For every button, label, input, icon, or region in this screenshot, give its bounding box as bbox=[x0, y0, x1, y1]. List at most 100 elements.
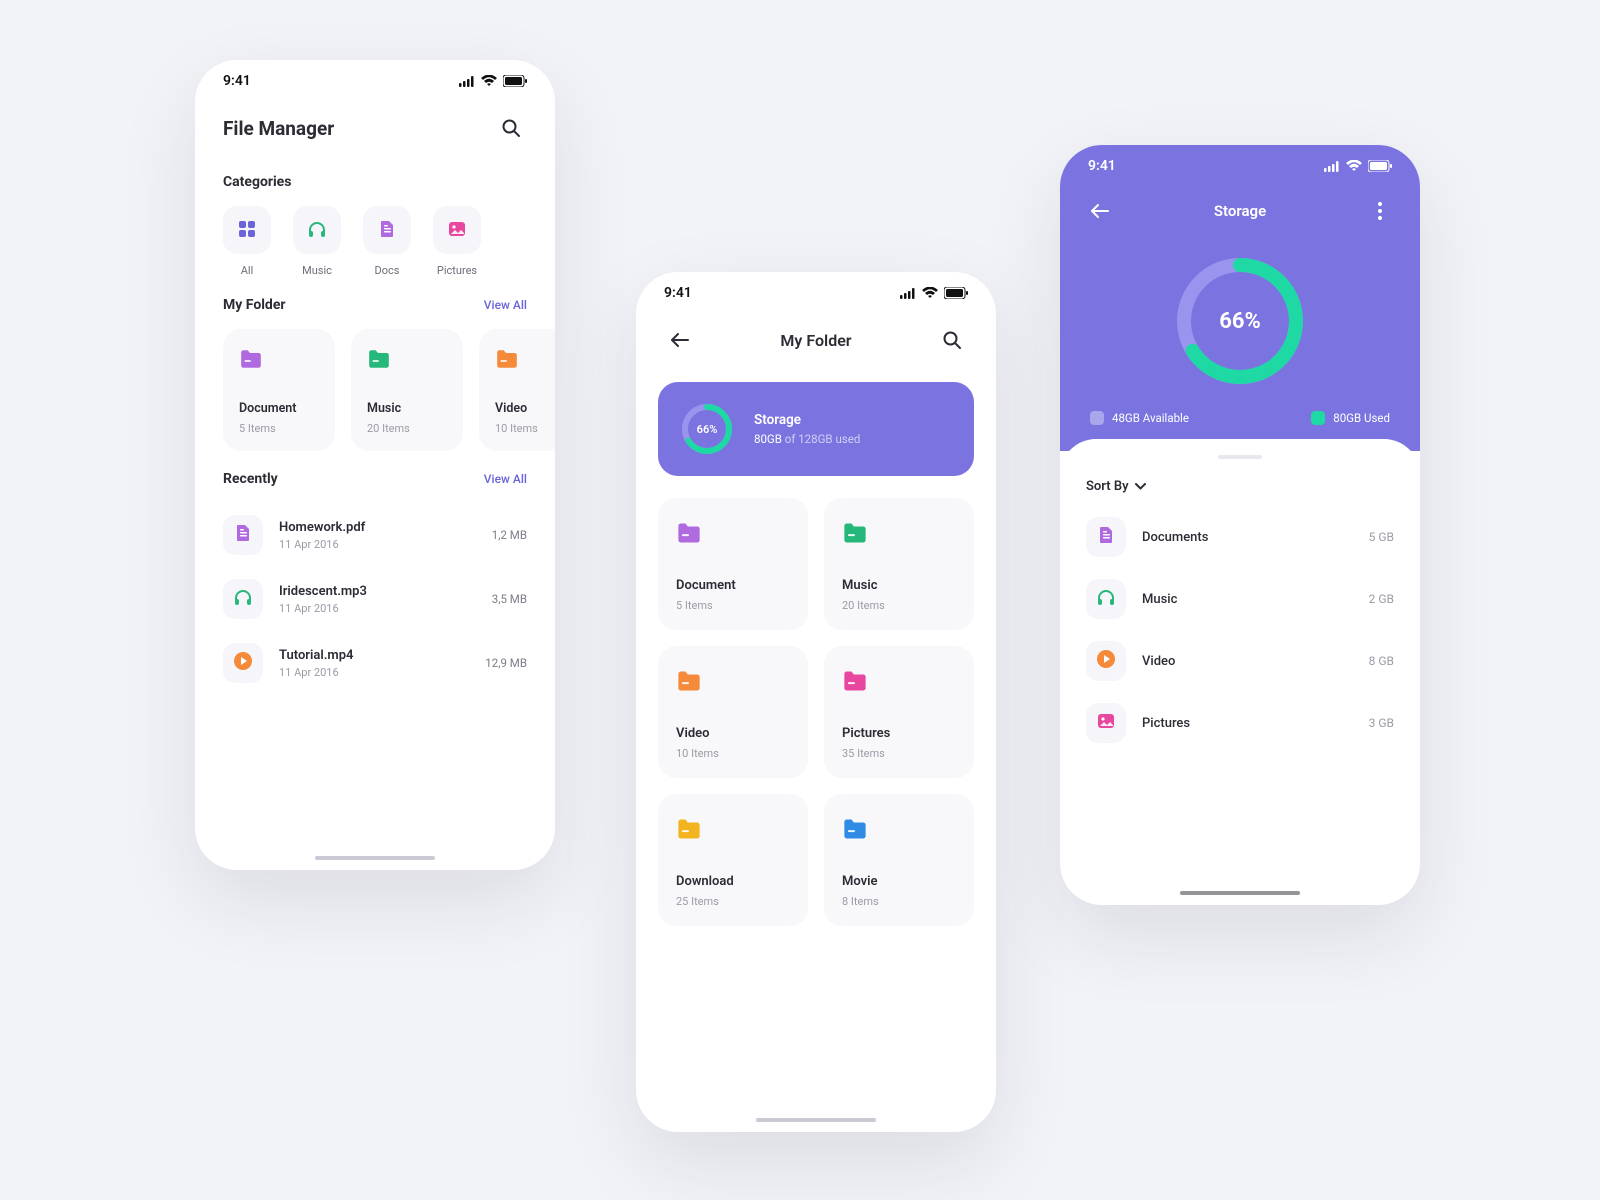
folder-card[interactable]: Music 20 Items bbox=[824, 498, 974, 630]
storage-title: Storage bbox=[754, 412, 860, 428]
back-button[interactable] bbox=[1084, 195, 1116, 227]
category-docs[interactable]: Docs bbox=[363, 206, 411, 277]
folder-card[interactable]: Document 5 Items bbox=[223, 329, 335, 451]
recently-header: Recently View All bbox=[195, 459, 555, 503]
status-bar: 9:41 bbox=[1060, 145, 1420, 187]
folder-card[interactable]: Download 25 Items bbox=[658, 794, 808, 926]
storage-size: 8 GB bbox=[1369, 654, 1394, 668]
status-icons bbox=[459, 75, 527, 87]
file-name: Homework.pdf bbox=[279, 520, 476, 535]
storage-ring: 66% bbox=[680, 402, 734, 456]
folder-icon bbox=[239, 356, 263, 375]
storage-item[interactable]: Video 8 GB bbox=[1060, 630, 1420, 692]
folder-card[interactable]: Music 20 Items bbox=[351, 329, 463, 451]
folder-name: Document bbox=[239, 401, 319, 416]
folder-items: 5 Items bbox=[676, 599, 790, 612]
storage-card[interactable]: 66% Storage 80GB of 128GB used bbox=[658, 382, 974, 476]
folder-icon bbox=[495, 356, 519, 375]
file-chip bbox=[223, 515, 263, 555]
category-pictures[interactable]: Pictures bbox=[433, 206, 481, 277]
storage-name: Music bbox=[1142, 592, 1353, 607]
recent-item[interactable]: Iridescent.mp3 11 Apr 2016 3,5 MB bbox=[223, 567, 527, 631]
file-chip bbox=[1086, 579, 1126, 619]
folder-card[interactable]: Video 10 Items bbox=[479, 329, 555, 451]
legend-available: 48GB Available bbox=[1090, 411, 1189, 425]
more-button[interactable] bbox=[1364, 195, 1396, 227]
storage-item[interactable]: Music 2 GB bbox=[1060, 568, 1420, 630]
folder-icon bbox=[842, 531, 868, 550]
view-all-recent[interactable]: View All bbox=[484, 472, 527, 486]
screen-my-folder: 9:41 My Folder 66% Storage 80GB of 128GB… bbox=[636, 272, 996, 1132]
wifi-icon bbox=[1346, 160, 1362, 172]
search-icon bbox=[942, 330, 962, 350]
recent-item[interactable]: Homework.pdf 11 Apr 2016 1,2 MB bbox=[223, 503, 527, 567]
folder-name: Music bbox=[367, 401, 447, 416]
storage-name: Documents bbox=[1142, 530, 1353, 545]
status-icons bbox=[900, 287, 968, 299]
storage-percent: 66% bbox=[680, 402, 734, 456]
category-chip bbox=[363, 206, 411, 254]
storage-hero: 9:41 Storage 66% bbox=[1060, 145, 1420, 451]
folder-items: 20 Items bbox=[842, 599, 956, 612]
grid-icon bbox=[237, 219, 257, 242]
file-name: Tutorial.mp4 bbox=[279, 648, 469, 663]
doc-icon bbox=[1096, 525, 1116, 549]
back-button[interactable] bbox=[664, 324, 696, 356]
storage-size: 3 GB bbox=[1369, 716, 1394, 730]
folder-card[interactable]: Movie 8 Items bbox=[824, 794, 974, 926]
sheet-handle[interactable] bbox=[1218, 455, 1262, 459]
folder-card[interactable]: Document 5 Items bbox=[658, 498, 808, 630]
folder-icon bbox=[676, 679, 702, 698]
folder-card[interactable]: Video 10 Items bbox=[658, 646, 808, 778]
folder-grid: Document 5 Items Music 20 Items Video 10… bbox=[636, 498, 996, 948]
folder-row: Document 5 Items Music 20 Items Video 10… bbox=[195, 329, 555, 459]
doc-icon bbox=[233, 523, 253, 547]
battery-icon bbox=[944, 287, 968, 299]
wifi-icon bbox=[481, 75, 497, 87]
legend-available-label: 48GB Available bbox=[1112, 411, 1189, 425]
category-label: Docs bbox=[375, 264, 400, 277]
folder-items: 35 Items bbox=[842, 747, 956, 760]
folder-name: Video bbox=[495, 401, 555, 416]
storage-subtitle: 80GB of 128GB used bbox=[754, 432, 860, 446]
wifi-icon bbox=[922, 287, 938, 299]
category-all[interactable]: All bbox=[223, 206, 271, 277]
file-info: Homework.pdf 11 Apr 2016 bbox=[279, 520, 476, 551]
storage-item[interactable]: Documents 5 GB bbox=[1060, 506, 1420, 568]
folder-icon bbox=[842, 827, 868, 846]
sort-by[interactable]: Sort By bbox=[1060, 475, 1420, 506]
storage-item[interactable]: Pictures 3 GB bbox=[1060, 692, 1420, 754]
more-vertical-icon bbox=[1378, 202, 1382, 220]
arrow-left-icon bbox=[670, 332, 690, 348]
category-chip bbox=[293, 206, 341, 254]
recent-list: Homework.pdf 11 Apr 2016 1,2 MB Iridesce… bbox=[195, 503, 555, 695]
category-music[interactable]: Music bbox=[293, 206, 341, 277]
file-date: 11 Apr 2016 bbox=[279, 602, 476, 615]
folder-card[interactable]: Pictures 35 Items bbox=[824, 646, 974, 778]
categories-title: Categories bbox=[223, 174, 291, 190]
storage-sheet: Sort By Documents 5 GB Music 2 GB Video … bbox=[1060, 439, 1420, 774]
search-button[interactable] bbox=[936, 324, 968, 356]
home-indicator[interactable] bbox=[1180, 891, 1300, 896]
picture-icon bbox=[447, 219, 467, 242]
search-button[interactable] bbox=[495, 112, 527, 144]
recent-item[interactable]: Tutorial.mp4 11 Apr 2016 12,9 MB bbox=[223, 631, 527, 695]
myfolder-title: My Folder bbox=[223, 297, 286, 313]
home-indicator[interactable] bbox=[756, 1118, 876, 1123]
view-all-folders[interactable]: View All bbox=[484, 298, 527, 312]
page-title: Storage bbox=[1116, 202, 1364, 220]
file-size: 3,5 MB bbox=[492, 592, 527, 606]
folder-name: Document bbox=[676, 578, 790, 593]
headphones-icon bbox=[233, 587, 253, 611]
storage-size: 2 GB bbox=[1369, 592, 1394, 606]
signal-icon bbox=[900, 288, 916, 299]
chevron-down-icon bbox=[1135, 483, 1146, 490]
home-indicator[interactable] bbox=[315, 856, 435, 861]
status-time: 9:41 bbox=[664, 285, 692, 301]
category-chip bbox=[223, 206, 271, 254]
folder-name: Music bbox=[842, 578, 956, 593]
storage-ring: 66% bbox=[1170, 251, 1310, 391]
status-bar: 9:41 bbox=[195, 60, 555, 102]
arrow-left-icon bbox=[1090, 203, 1110, 219]
storage-used: 80GB bbox=[754, 432, 782, 446]
